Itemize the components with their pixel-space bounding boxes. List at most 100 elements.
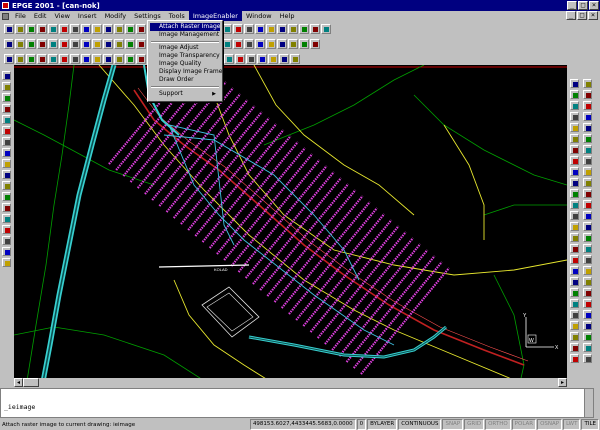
draw-tool-button-8[interactable] <box>2 148 11 157</box>
snap-tool-button-4[interactable] <box>37 54 47 64</box>
modify-tool-button-12[interactable] <box>583 134 592 143</box>
standard-tool-button-7[interactable] <box>70 24 80 34</box>
modify-tool-button-23[interactable] <box>570 200 579 209</box>
tile-toggle[interactable]: TILE <box>581 419 599 430</box>
command-scrollbar[interactable] <box>584 389 593 417</box>
modify-tool-button-8[interactable] <box>583 112 592 121</box>
snap-tool-button-6[interactable] <box>59 54 69 64</box>
snap-tool-button-18[interactable] <box>268 54 278 64</box>
modify-tool-button-13[interactable] <box>570 145 579 154</box>
standard-tool-button-16[interactable] <box>244 24 254 34</box>
snap-tool-button-1[interactable] <box>4 54 14 64</box>
maximize-button[interactable]: □ <box>578 1 588 10</box>
snap-tool-button-5[interactable] <box>48 54 58 64</box>
modify-tool-button-6[interactable] <box>583 101 592 110</box>
modify-tool-button-15[interactable] <box>570 156 579 165</box>
standard-tool-button-9[interactable] <box>92 24 102 34</box>
scroll-left-button[interactable]: ◂ <box>14 378 23 387</box>
draw-tool-button-6[interactable] <box>2 126 11 135</box>
draw-tool-button-16[interactable] <box>2 236 11 245</box>
modify-tool-button-35[interactable] <box>570 266 579 275</box>
menu-edit[interactable]: Edit <box>30 11 51 21</box>
snap-tool-button-11[interactable] <box>114 54 124 64</box>
standard-tool-button-5[interactable] <box>48 24 58 34</box>
draw-tool-button-10[interactable] <box>2 170 11 179</box>
scroll-thumb[interactable] <box>23 378 39 387</box>
draw-tool-button-1[interactable] <box>2 71 11 80</box>
standard-tool-button-19[interactable] <box>277 24 287 34</box>
standard-tool-button-12[interactable] <box>125 24 135 34</box>
modify-tool-button-25[interactable] <box>570 211 579 220</box>
snap-tool-button-3[interactable] <box>26 54 36 64</box>
standard-tool-button-13[interactable] <box>136 24 146 34</box>
modify-tool-button-2[interactable] <box>583 79 592 88</box>
draw-tool-button-11[interactable] <box>2 181 11 190</box>
menu-view[interactable]: View <box>50 11 73 21</box>
standard-tool-button-22[interactable] <box>310 24 320 34</box>
modify-tool-button-9[interactable] <box>570 123 579 132</box>
modify-tool-button-20[interactable] <box>583 178 592 187</box>
menu-insert[interactable]: Insert <box>74 11 101 21</box>
snap-tool-button-9[interactable] <box>92 54 102 64</box>
object-tool-button-6[interactable] <box>59 39 69 49</box>
standard-tool-button-23[interactable] <box>321 24 331 34</box>
modify-tool-button-26[interactable] <box>583 211 592 220</box>
modify-tool-button-37[interactable] <box>570 277 579 286</box>
standard-tool-button-1[interactable] <box>4 24 14 34</box>
modify-tool-button-39[interactable] <box>570 288 579 297</box>
snap-tool-button-20[interactable] <box>290 54 300 64</box>
modify-tool-button-34[interactable] <box>583 255 592 264</box>
ortho-toggle[interactable]: ORTHO <box>485 419 511 430</box>
command-window[interactable]: _ieimage <box>0 388 594 418</box>
object-tool-button-2[interactable] <box>15 39 25 49</box>
standard-tool-button-6[interactable] <box>59 24 69 34</box>
object-tool-button-18[interactable] <box>266 39 276 49</box>
draw-tool-button-9[interactable] <box>2 159 11 168</box>
standard-tool-button-20[interactable] <box>288 24 298 34</box>
menu-image-quality[interactable]: Image Quality <box>150 60 220 68</box>
modify-tool-button-11[interactable] <box>570 134 579 143</box>
grid-toggle[interactable]: GRID <box>464 419 485 430</box>
menu-draw-order[interactable]: Draw Order <box>150 76 220 84</box>
draw-tool-button-7[interactable] <box>2 137 11 146</box>
modify-tool-button-10[interactable] <box>583 123 592 132</box>
modify-tool-button-40[interactable] <box>583 288 592 297</box>
modify-tool-button-45[interactable] <box>570 321 579 330</box>
standard-tool-button-14[interactable] <box>222 24 232 34</box>
modify-tool-button-50[interactable] <box>583 343 592 352</box>
object-tool-button-19[interactable] <box>277 39 287 49</box>
standard-tool-button-8[interactable] <box>81 24 91 34</box>
object-tool-button-3[interactable] <box>26 39 36 49</box>
snap-tool-button-13[interactable] <box>136 54 146 64</box>
draw-tool-button-13[interactable] <box>2 203 11 212</box>
object-tool-button-22[interactable] <box>310 39 320 49</box>
draw-tool-button-3[interactable] <box>2 93 11 102</box>
modify-tool-button-17[interactable] <box>570 167 579 176</box>
doc-minimize-button[interactable]: _ <box>566 11 576 20</box>
menu-file[interactable]: File <box>11 11 30 21</box>
modify-tool-button-14[interactable] <box>583 145 592 154</box>
command-prompt[interactable]: _ieimage <box>4 403 35 411</box>
drawing-area[interactable]: KOLAD Y W X <box>14 65 567 387</box>
modify-tool-button-42[interactable] <box>583 299 592 308</box>
menu-attach-raster-image[interactable]: Attach Raster Image <box>150 23 220 31</box>
modify-tool-button-38[interactable] <box>583 277 592 286</box>
modify-tool-button-22[interactable] <box>583 189 592 198</box>
draw-tool-button-4[interactable] <box>2 104 11 113</box>
menu-support[interactable]: Support ▶ <box>150 90 220 98</box>
minimize-button[interactable]: _ <box>567 1 577 10</box>
modify-tool-button-21[interactable] <box>570 189 579 198</box>
modify-tool-button-48[interactable] <box>583 332 592 341</box>
object-tool-button-12[interactable] <box>125 39 135 49</box>
lwt-toggle[interactable]: LWT <box>563 419 581 430</box>
modify-tool-button-51[interactable] <box>570 354 579 363</box>
menu-image-adjust[interactable]: Image Adjust <box>150 44 220 52</box>
object-tool-button-9[interactable] <box>92 39 102 49</box>
modify-tool-button-41[interactable] <box>570 299 579 308</box>
modify-tool-button-47[interactable] <box>570 332 579 341</box>
snap-toggle[interactable]: SNAP <box>442 419 464 430</box>
modify-tool-button-16[interactable] <box>583 156 592 165</box>
standard-tool-button-15[interactable] <box>233 24 243 34</box>
app-icon[interactable] <box>2 2 9 9</box>
object-tool-button-4[interactable] <box>37 39 47 49</box>
